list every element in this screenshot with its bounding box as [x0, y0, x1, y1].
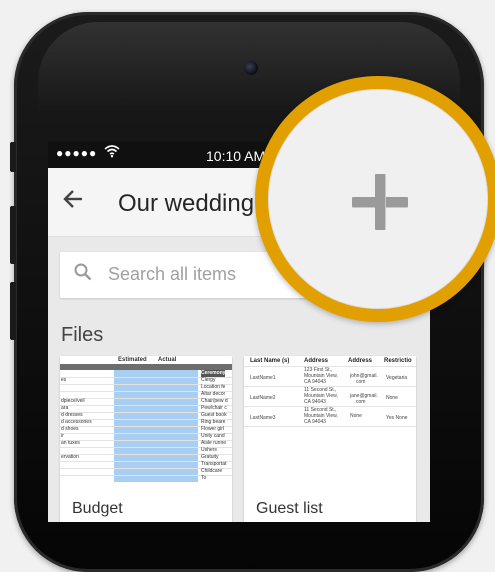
volume-up-button	[10, 206, 16, 264]
search-placeholder: Search all items	[108, 264, 237, 284]
sheet-cell: an tuxes	[61, 440, 80, 446]
divider	[244, 426, 416, 427]
sheet-cell: d accessories	[61, 419, 92, 425]
guest-email-cell: None	[350, 413, 362, 419]
file-card-guest-list[interactable]: Last Name (s) Address Address Restrictio…	[244, 356, 416, 522]
sheet-cell: To	[201, 475, 207, 481]
sheet-row: To	[60, 475, 232, 482]
sheet-cell: Flower girl	[201, 426, 225, 432]
guest-email-cell: com	[356, 399, 366, 405]
sheet-cell: ir	[61, 433, 64, 439]
file-card-budget[interactable]: Estimated Actual Ceremony es Clergy Locatio…	[60, 356, 232, 522]
sheet-cell: dpiece/veil	[61, 398, 85, 404]
guest-restriction-cell: None	[386, 395, 398, 401]
sheet-cell: Chair/pew d	[201, 398, 228, 404]
magnifier-lens	[255, 76, 495, 322]
back-arrow-icon[interactable]	[62, 188, 84, 215]
guest-name-cell: LastName2	[250, 395, 276, 401]
guest-restriction-cell: Vegetaria	[386, 375, 408, 381]
sheet-cell: Ceremony	[201, 370, 226, 377]
sheet-cell: d shoes	[61, 426, 79, 432]
guest-address-cell: CA 94043	[304, 379, 326, 385]
signal-icon: ●●●●●	[56, 146, 98, 160]
search-icon	[74, 263, 92, 281]
sheet-cell: Pew/chair c	[201, 405, 227, 411]
guest-restriction-cell: Yes None	[386, 415, 408, 421]
guest-address-cell: CA 94043	[304, 399, 326, 405]
guest-name-cell: LastName3	[250, 415, 276, 421]
file-title: Budget	[72, 500, 123, 517]
sheet-cell: Ushers	[201, 447, 217, 453]
sheet-cell: Guest book	[201, 412, 227, 418]
sheet-cell: d dresses	[61, 412, 83, 418]
volume-down-button	[10, 282, 16, 340]
sheet-cell: ara	[61, 405, 69, 411]
column-header: Address	[348, 358, 373, 364]
sheet-cell: Location fe	[201, 384, 226, 390]
section-heading: Files	[61, 324, 104, 346]
page-title: Our wedding	[118, 190, 255, 217]
guest-name-cell: LastName1	[250, 375, 276, 381]
wifi-icon	[104, 144, 120, 161]
mute-switch	[10, 142, 16, 172]
status-time: 10:10 AM	[206, 148, 266, 164]
spreadsheet-thumbnail: Estimated Actual Ceremony es Clergy Locatio…	[60, 356, 232, 482]
sheet-cell: Transportat	[201, 461, 227, 467]
plus-icon[interactable]	[352, 174, 408, 230]
column-header: Estimated	[118, 357, 147, 363]
sheet-cell: Gratuity	[201, 454, 219, 460]
spreadsheet-thumbnail: Last Name (s) Address Address Restrictio…	[244, 356, 416, 482]
guest-email-cell: com	[356, 379, 366, 385]
camera-icon	[244, 61, 258, 75]
column-header: Restrictio	[384, 358, 412, 364]
column-header: Actual	[158, 357, 177, 363]
sheet-cell: Aisle runne	[201, 440, 227, 446]
sheet-cell: Unity cand	[201, 433, 225, 439]
sheet-cell: Clergy	[201, 377, 216, 383]
column-header: Last Name (s)	[250, 358, 290, 364]
sheet-cell: ervation	[61, 454, 79, 460]
guest-address-cell: CA 94043	[304, 419, 326, 425]
sheet-cell: es	[61, 377, 67, 383]
sheet-cell: Childcare	[201, 468, 223, 474]
column-header: Address	[304, 358, 329, 364]
sheet-cell: Ring beare	[201, 419, 226, 425]
file-title: Guest list	[256, 500, 323, 517]
sheet-cell: Altar decor	[201, 391, 226, 397]
